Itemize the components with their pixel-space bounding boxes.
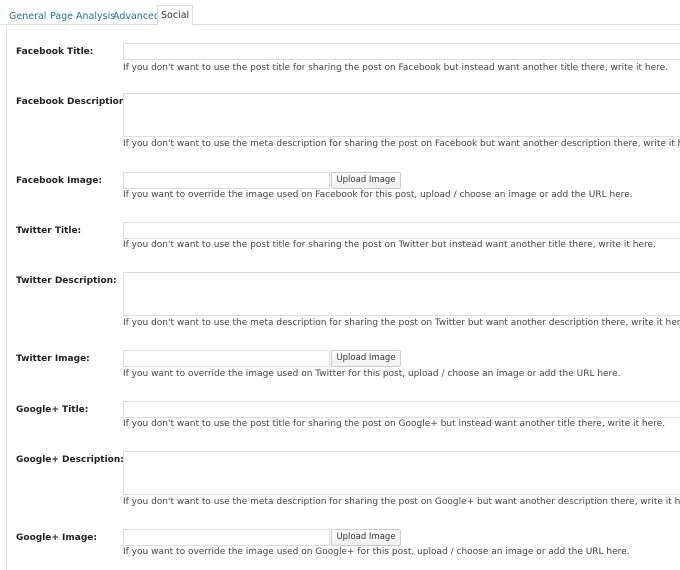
tab-page-analysis[interactable]: Page Analysis [50, 10, 115, 23]
facebook-image-description: If you want to override the image used o… [123, 190, 633, 200]
twitter-image-url-input[interactable] [123, 350, 330, 367]
twitter-description-label: Twitter Description: [16, 276, 117, 286]
google-title-label: Google+ Title: [16, 405, 89, 415]
google-title-input[interactable] [123, 401, 680, 418]
twitter-image-description: If you want to override the image used o… [123, 369, 621, 379]
facebook-upload-image-button[interactable]: Upload Image [331, 172, 401, 189]
google-image-label: Google+ Image: [16, 533, 98, 543]
facebook-description-textarea[interactable] [123, 93, 680, 137]
google-image-description: If you want to override the image used o… [123, 547, 630, 557]
twitter-image-label: Twitter Image: [16, 354, 90, 364]
twitter-description-textarea[interactable] [123, 272, 680, 316]
twitter-title-label: Twitter Title: [16, 226, 82, 236]
facebook-description-help: If you don't want to use the meta descri… [123, 139, 680, 149]
tab-bar: General Page Analysis Advanced Social [0, 0, 680, 26]
facebook-image-label: Facebook Image: [16, 176, 103, 186]
facebook-title-description: If you don't want to use the post title … [123, 63, 669, 73]
facebook-image-url-input[interactable] [123, 172, 330, 189]
facebook-description-label: Facebook Description: [16, 97, 129, 107]
google-description-label: Google+ Description: [16, 455, 124, 465]
tab-social[interactable]: Social [157, 5, 194, 26]
facebook-title-label: Facebook Title: [16, 47, 94, 57]
tab-advanced[interactable]: Advanced [113, 10, 160, 23]
google-description-textarea[interactable] [123, 451, 680, 495]
twitter-description-help: If you don't want to use the meta descri… [123, 318, 680, 328]
twitter-title-description: If you don't want to use the post title … [123, 240, 656, 250]
google-description-help: If you don't want to use the meta descri… [123, 497, 680, 507]
tab-general[interactable]: General [9, 10, 46, 23]
twitter-upload-image-button[interactable]: Upload Image [331, 350, 401, 367]
google-image-url-input[interactable] [123, 529, 330, 546]
twitter-title-input[interactable] [123, 222, 680, 239]
google-title-description: If you don't want to use the post title … [123, 419, 666, 429]
social-settings-panel: Facebook Title: If you don't want to use… [6, 25, 680, 570]
google-upload-image-button[interactable]: Upload Image [331, 529, 401, 546]
facebook-title-input[interactable] [123, 43, 680, 60]
